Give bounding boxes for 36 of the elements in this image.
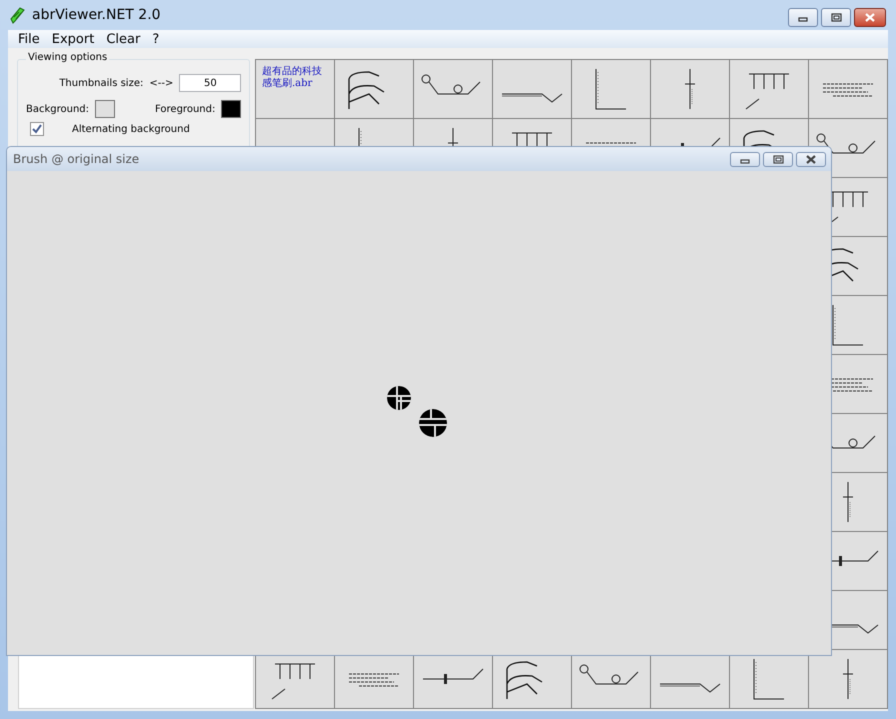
brush-thumbnail[interactable] — [730, 60, 809, 119]
minimize-button[interactable] — [730, 152, 760, 166]
brush-thumbnail[interactable] — [572, 60, 651, 119]
maximize-button[interactable] — [763, 152, 793, 166]
close-icon — [805, 154, 817, 164]
close-icon — [864, 13, 876, 22]
brush-file-label[interactable]: 超有品的科技感笔刷.abr — [256, 60, 335, 119]
field-label: Foreground: — [155, 104, 216, 114]
size-field[interactable]: 50 — [179, 74, 242, 92]
maximize-icon — [830, 13, 842, 22]
resize-label: <--> — [149, 78, 174, 88]
menu-item[interactable]: ? — [146, 32, 166, 46]
brush-icon — [10, 6, 26, 24]
window-title: Brush @ original size — [13, 152, 140, 166]
brush-thumbnail[interactable] — [651, 60, 730, 119]
brush-thumbnail[interactable] — [809, 650, 888, 709]
color-swatch[interactable] — [221, 100, 242, 118]
brush-thumbnail[interactable] — [493, 60, 572, 119]
brush-thumbnail[interactable] — [335, 60, 414, 119]
field-label: Background: — [26, 104, 90, 114]
checkbox-label: Alternating background — [72, 124, 190, 134]
checkbox[interactable] — [30, 122, 44, 136]
brush-thumbnail[interactable] — [809, 60, 888, 119]
field-label: Thumbnails size: — [59, 78, 144, 88]
minimize-button[interactable] — [788, 8, 818, 27]
maximize-button[interactable] — [821, 8, 851, 27]
group-title: Viewing options — [26, 52, 110, 63]
menu-item[interactable]: Export — [46, 32, 100, 46]
close-button[interactable] — [854, 8, 886, 27]
color-swatch[interactable] — [95, 100, 116, 118]
menu-item[interactable]: File — [12, 32, 46, 46]
close-button[interactable] — [796, 152, 826, 166]
menu-item[interactable]: Clear — [100, 32, 146, 46]
brush-thumbnail[interactable] — [414, 60, 493, 119]
maximize-icon — [772, 154, 784, 164]
window-title: abrViewer.NET 2.0 — [32, 7, 161, 23]
